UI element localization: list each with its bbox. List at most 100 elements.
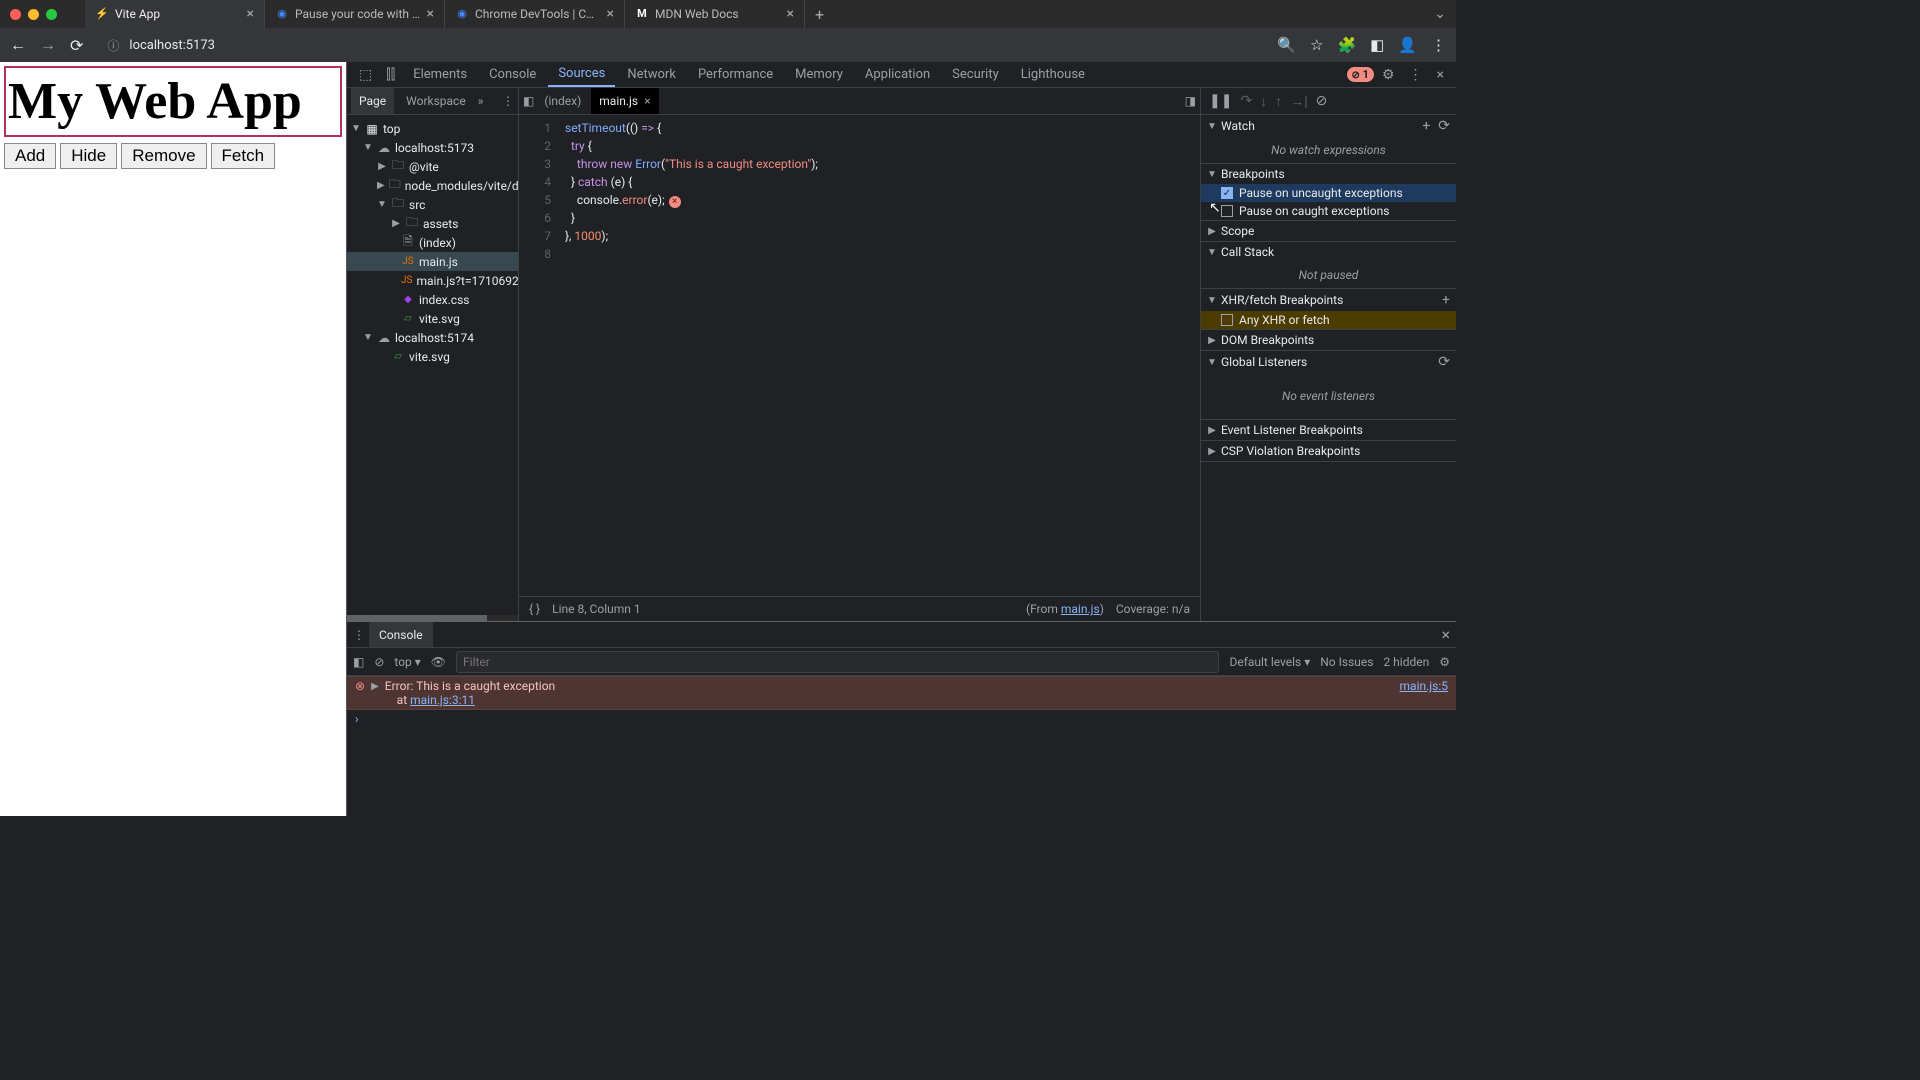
- tree-file-vitesvg2[interactable]: ▱vite.svg: [347, 347, 518, 366]
- device-toggle-icon[interactable]: ⫿⫿: [380, 67, 401, 83]
- clear-console-icon[interactable]: ⊘: [374, 655, 384, 669]
- tree-file-indexcss[interactable]: ◆index.css: [347, 290, 518, 309]
- new-tab-button[interactable]: +: [805, 0, 834, 28]
- tree-folder[interactable]: ▶🗀node_modules/vite/dis: [347, 176, 518, 195]
- reload-button[interactable]: ⟳: [70, 36, 83, 55]
- tree-file-mainjs[interactable]: JSmain.js: [347, 252, 518, 271]
- drawer-more-icon[interactable]: ⋮: [353, 628, 365, 642]
- browser-tab-pause[interactable]: ◉ Pause your code with breakp ×: [265, 0, 445, 28]
- editor-tab-mainjs[interactable]: main.js×: [591, 88, 658, 114]
- editor-tab-index[interactable]: (index): [536, 88, 589, 114]
- add-button[interactable]: Add: [4, 143, 56, 169]
- hide-button[interactable]: Hide: [60, 143, 117, 169]
- tab-application[interactable]: Application: [855, 62, 940, 87]
- global-listeners-header[interactable]: ▼Global Listeners⟳: [1201, 351, 1456, 373]
- live-expression-icon[interactable]: 👁: [431, 655, 446, 669]
- scope-header[interactable]: ▶Scope: [1201, 221, 1456, 241]
- browser-tab-vite[interactable]: ⚡ Vite App ×: [85, 0, 265, 28]
- tree-file-index[interactable]: 🗎(index): [347, 233, 518, 252]
- profile-icon[interactable]: 👤: [1398, 36, 1417, 54]
- side-panel-icon[interactable]: ◧: [1370, 36, 1384, 54]
- file-tree[interactable]: ▼▦top ▼☁localhost:5173 ▶🗀@vite ▶🗀node_mo…: [347, 115, 518, 615]
- dom-breakpoints-header[interactable]: ▶DOM Breakpoints: [1201, 330, 1456, 350]
- inline-error-icon[interactable]: ×: [669, 196, 681, 208]
- hidden-count[interactable]: 2 hidden: [1383, 655, 1429, 669]
- settings-icon[interactable]: ⚙: [1376, 67, 1401, 83]
- step-over-icon[interactable]: ↷: [1240, 93, 1252, 109]
- back-button[interactable]: ←: [10, 35, 26, 55]
- close-tab-icon[interactable]: ×: [644, 94, 650, 108]
- pause-caught-checkbox[interactable]: Pause on caught exceptions↖: [1201, 202, 1456, 220]
- console-settings-icon[interactable]: ⚙: [1439, 655, 1450, 669]
- browser-tab-devtools[interactable]: ◉ Chrome DevTools | Chrome ×: [445, 0, 625, 28]
- forward-button[interactable]: →: [40, 35, 56, 55]
- toggle-sidebar-icon[interactable]: ◧: [353, 655, 364, 669]
- nav-more-icon[interactable]: ⋮: [502, 94, 514, 108]
- bookmark-icon[interactable]: ☆: [1310, 36, 1323, 54]
- nav-tab-workspace[interactable]: Workspace: [398, 88, 474, 114]
- nav-overflow-icon[interactable]: »: [478, 94, 484, 108]
- inspect-element-icon[interactable]: ⬚: [353, 67, 378, 83]
- maximize-window-button[interactable]: [46, 9, 57, 20]
- tree-root[interactable]: ▼▦top: [347, 119, 518, 138]
- drawer-tab-console[interactable]: Console: [369, 622, 433, 647]
- menu-icon[interactable]: ⋮: [1431, 36, 1446, 54]
- event-breakpoints-header[interactable]: ▶Event Listener Breakpoints: [1201, 420, 1456, 440]
- breakpoints-header[interactable]: ▼Breakpoints: [1201, 164, 1456, 184]
- minimize-window-button[interactable]: [28, 9, 39, 20]
- tree-folder[interactable]: ▶🗀@vite: [347, 157, 518, 176]
- browser-tab-mdn[interactable]: M MDN Web Docs ×: [625, 0, 805, 28]
- csp-breakpoints-header[interactable]: ▶CSP Violation Breakpoints: [1201, 441, 1456, 461]
- xhr-breakpoints-header[interactable]: ▼XHR/fetch Breakpoints+: [1201, 289, 1456, 311]
- expand-icon[interactable]: ▶: [371, 679, 379, 707]
- tab-sources[interactable]: Sources: [548, 62, 615, 87]
- remove-button[interactable]: Remove: [121, 143, 206, 169]
- tab-memory[interactable]: Memory: [785, 62, 853, 87]
- horizontal-scrollbar[interactable]: [347, 615, 518, 621]
- deactivate-breakpoints-icon[interactable]: ⊘: [1316, 93, 1328, 109]
- pause-icon[interactable]: ❚❚: [1209, 93, 1232, 109]
- close-tab-icon[interactable]: ×: [247, 6, 254, 22]
- tab-console[interactable]: Console: [479, 62, 546, 87]
- console-filter-input[interactable]: [456, 651, 1219, 673]
- log-levels-selector[interactable]: Default levels ▾: [1229, 655, 1310, 669]
- nav-tab-page[interactable]: Page: [351, 88, 394, 114]
- tab-security[interactable]: Security: [942, 62, 1009, 87]
- more-icon[interactable]: ⋮: [1403, 67, 1429, 83]
- refresh-listeners-icon[interactable]: ⟳: [1438, 354, 1450, 370]
- pretty-print-icon[interactable]: { }: [529, 602, 540, 616]
- tree-host[interactable]: ▼☁localhost:5174: [347, 328, 518, 347]
- context-selector[interactable]: top ▾: [394, 655, 420, 669]
- issues-label[interactable]: No Issues: [1320, 655, 1373, 669]
- error-source-link[interactable]: main.js:5: [1400, 679, 1448, 707]
- close-drawer-icon[interactable]: ×: [1441, 625, 1450, 644]
- error-count-badge[interactable]: ⊘ 1: [1347, 67, 1374, 82]
- tab-performance[interactable]: Performance: [688, 62, 783, 87]
- console-prompt[interactable]: ›: [347, 710, 1456, 728]
- close-tab-icon[interactable]: ×: [427, 6, 434, 22]
- add-xhr-icon[interactable]: +: [1442, 292, 1450, 308]
- pause-uncaught-checkbox[interactable]: ✓Pause on uncaught exceptions: [1201, 184, 1456, 202]
- tree-file-mainjs-ts[interactable]: JSmain.js?t=1710692856: [347, 271, 518, 290]
- step-out-icon[interactable]: ↑: [1275, 93, 1282, 110]
- close-window-button[interactable]: [10, 9, 21, 20]
- callstack-header[interactable]: ▼Call Stack: [1201, 242, 1456, 262]
- watch-header[interactable]: ▼Watch+⟳: [1201, 115, 1456, 137]
- add-watch-icon[interactable]: +: [1422, 118, 1430, 134]
- close-devtools-icon[interactable]: ×: [1431, 67, 1450, 83]
- tree-host[interactable]: ▼☁localhost:5173: [347, 138, 518, 157]
- step-icon[interactable]: →|: [1290, 93, 1307, 110]
- toggle-navigator-icon[interactable]: ◧: [523, 94, 534, 108]
- tab-overflow-icon[interactable]: ⌄: [1434, 6, 1446, 22]
- code-editor[interactable]: 12345678 setTimeout(() => { try { throw …: [519, 115, 1200, 596]
- console-error-row[interactable]: ⊗ ▶ Error: This is a caught exception at…: [347, 676, 1456, 710]
- tab-network[interactable]: Network: [617, 62, 686, 87]
- tree-folder-src[interactable]: ▼🗀src: [347, 195, 518, 214]
- any-xhr-checkbox[interactable]: Any XHR or fetch: [1201, 311, 1456, 329]
- fetch-button[interactable]: Fetch: [211, 143, 276, 169]
- tree-folder[interactable]: ▶🗀assets: [347, 214, 518, 233]
- extensions-icon[interactable]: 🧩: [1337, 36, 1356, 54]
- tree-file-vitesvg[interactable]: ▱vite.svg: [347, 309, 518, 328]
- toggle-debugger-icon[interactable]: ◨: [1185, 94, 1196, 108]
- step-into-icon[interactable]: ↓: [1260, 93, 1267, 110]
